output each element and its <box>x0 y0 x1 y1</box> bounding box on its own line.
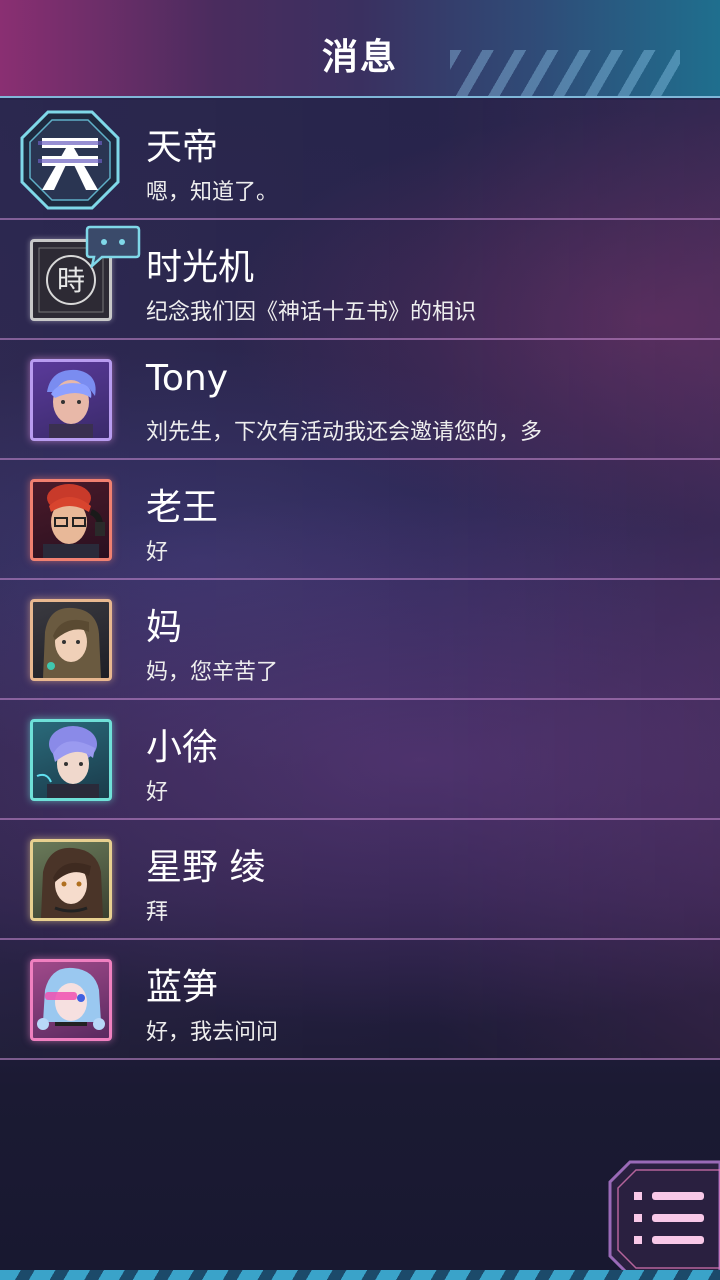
contact-name: 时光机 <box>146 247 255 288</box>
time-machine-char: 時 <box>57 264 85 297</box>
contact-avatar <box>30 959 112 1041</box>
contact-name: 星野 绫 <box>146 847 266 888</box>
contact-row[interactable]: 老王 好 <box>0 460 720 580</box>
contact-last-message: 妈，您辛苦了 <box>146 660 279 685</box>
contact-row[interactable]: 星野 绫 拜 <box>0 820 720 940</box>
contact-row[interactable]: 小徐 好 <box>0 700 720 820</box>
contact-row[interactable]: Tony 刘先生，下次有活动我还会邀请您的，多 <box>0 340 720 460</box>
bottom-decoration <box>0 1270 720 1280</box>
contact-avatar <box>30 719 112 801</box>
contact-last-message: 好 <box>146 540 169 565</box>
contact-name: 老王 <box>146 487 219 528</box>
contact-name: 蓝笋 <box>146 967 219 1008</box>
contact-name: Tony <box>146 358 229 399</box>
contact-name: 小徐 <box>146 727 219 768</box>
contact-name: 天帝 <box>146 127 219 168</box>
contact-name: 妈 <box>146 607 183 648</box>
contact-last-message: 好，我去问问 <box>146 1020 279 1045</box>
contact-last-message: 拜 <box>146 900 169 925</box>
contact-row[interactable]: 妈 妈，您辛苦了 <box>0 580 720 700</box>
contact-row[interactable]: 時 时光机 纪念我们因《神话十五书》的相识 <box>0 220 720 340</box>
contact-last-message: 好 <box>146 780 169 805</box>
contact-avatar <box>30 839 112 921</box>
contact-row[interactable]: 蓝笋 好，我去问问 <box>0 940 720 1060</box>
contact-avatar <box>30 479 112 561</box>
contact-last-message: 嗯，知道了。 <box>146 180 279 205</box>
tiandi-emblem-icon <box>20 110 120 210</box>
chat-bubble-icon <box>85 225 141 268</box>
page-title: 消息 <box>321 37 398 78</box>
contact-avatar <box>30 599 112 681</box>
contact-row[interactable]: 天帝 嗯，知道了。 <box>0 100 720 220</box>
menu-list-icon[interactable] <box>606 1158 720 1276</box>
contact-last-message: 刘先生，下次有活动我还会邀请您的，多 <box>146 420 543 445</box>
contact-last-message: 纪念我们因《神话十五书》的相识 <box>146 300 477 325</box>
message-list: 天帝 嗯，知道了。 時 时光机 纪念我们因《神话十五书》的相识 Tony 刘先生… <box>0 100 720 1060</box>
header-bar: 消息 <box>0 0 720 98</box>
contact-avatar <box>30 359 112 441</box>
